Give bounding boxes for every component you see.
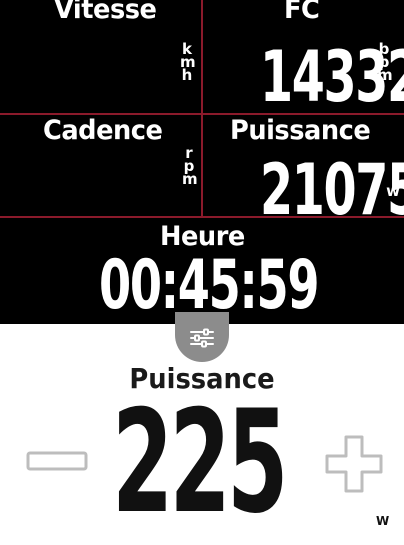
field-speed-unit: kmh (180, 40, 196, 84)
field-cadence[interactable]: Cadence rpm (0, 115, 201, 216)
data-fields-screen: Vitesse kmh FC 14332 bpm Cadence rpm Pui… (0, 0, 404, 324)
field-heart-rate[interactable]: FC 14332 bpm (203, 0, 404, 113)
field-time[interactable]: Heure 00:45:59 (0, 218, 404, 324)
plus-icon (325, 435, 383, 496)
panel-handle[interactable] (175, 312, 229, 362)
minus-icon (26, 451, 88, 479)
field-power-label: Puissance (230, 115, 371, 146)
field-cadence-label: Cadence (43, 115, 163, 146)
field-heart-rate-label: FC (284, 0, 320, 25)
field-cadence-unit: rpm (182, 144, 198, 188)
field-speed-label: Vitesse (54, 0, 157, 25)
settings-sliders-icon (189, 328, 215, 352)
field-power-value: 21075 (260, 149, 404, 216)
power-target-value: 225 (112, 380, 288, 545)
increase-button[interactable] (325, 435, 383, 493)
field-heart-rate-unit: bpm (377, 40, 393, 84)
field-power-unit: w (386, 182, 400, 200)
power-target-unit: W (376, 514, 390, 528)
decrease-button[interactable] (26, 446, 88, 476)
field-power[interactable]: Puissance 21075 w (203, 115, 404, 216)
field-speed[interactable]: Vitesse kmh (0, 0, 201, 113)
